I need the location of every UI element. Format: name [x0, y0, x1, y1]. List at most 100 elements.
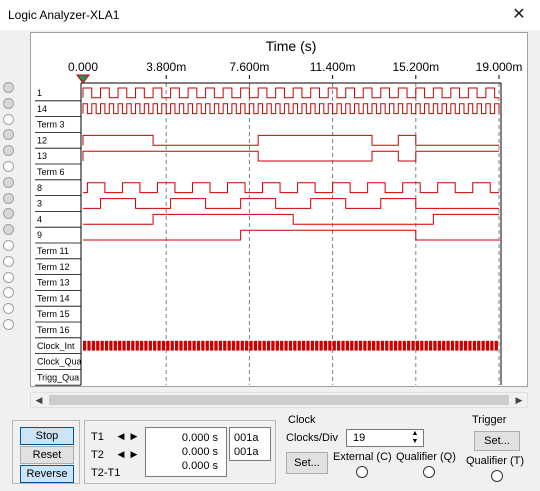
clock-pulse: [341, 340, 345, 351]
channel-label: 8: [37, 183, 42, 193]
channel-label: Term 11: [37, 246, 69, 256]
t2-left-arrow-icon[interactable]: ◀: [115, 448, 127, 460]
channel-label: Term 15: [37, 309, 70, 319]
spin-up-icon[interactable]: ▲: [409, 430, 421, 438]
clock-pulse: [411, 340, 415, 351]
window-title: Logic Analyzer-XLA1: [8, 8, 120, 22]
clock-set-button[interactable]: Set...: [286, 452, 328, 474]
channel-selector-9[interactable]: [3, 208, 14, 220]
clock-pulse: [153, 340, 157, 351]
clock-pulse: [96, 340, 100, 351]
clock-pulse: [135, 340, 139, 351]
clock-pulse: [166, 340, 170, 351]
clock-qualifier-radio[interactable]: [423, 466, 435, 478]
trigger-set-button[interactable]: Set...: [474, 431, 520, 451]
spin-down-icon[interactable]: ▼: [409, 438, 421, 446]
clock-pulse: [227, 340, 231, 351]
clock-pulse: [271, 340, 275, 351]
clocks-per-div-value: 19: [353, 432, 366, 444]
waveform-trace: [83, 229, 499, 241]
channel-label: Term 13: [37, 278, 70, 288]
clock-pulse: [358, 340, 363, 351]
scroll-right-icon[interactable]: ▶: [511, 393, 527, 407]
clocks-per-div-input[interactable]: 19 ▲ ▼: [346, 429, 424, 447]
t2-right-arrow-icon[interactable]: ▶: [128, 448, 140, 460]
clock-pulse: [280, 340, 284, 351]
channel-label: Term 6: [37, 167, 65, 177]
channel-label: Term 3: [37, 120, 65, 130]
external-radio[interactable]: [356, 466, 368, 478]
clock-pulse: [415, 340, 420, 351]
trigger-marker-icon: [76, 74, 90, 84]
clock-pulse: [161, 340, 166, 351]
clock-pulse: [183, 340, 187, 351]
clock-pulse: [354, 340, 358, 351]
clock-pulse: [428, 340, 433, 351]
time-tick-label: 15.200m: [392, 60, 439, 74]
reset-button[interactable]: Reset: [20, 446, 74, 464]
channel-selector-6[interactable]: [3, 161, 14, 172]
scroll-left-icon[interactable]: ◀: [31, 393, 47, 407]
time-tick-label: 11.400m: [310, 60, 356, 74]
clock-pulse: [380, 340, 385, 351]
clock-pulse: [459, 340, 463, 351]
clock-pulse: [332, 340, 336, 351]
t1-label: T1: [91, 431, 104, 443]
clock-pulse: [402, 340, 406, 351]
close-icon[interactable]: ✕: [504, 3, 534, 27]
time-tick-label: 3.800m: [146, 60, 186, 74]
clock-pulse: [179, 340, 183, 351]
horizontal-scrollbar[interactable]: ◀ ▶: [30, 392, 528, 408]
clock-pulse: [231, 340, 236, 351]
channel-selector-11[interactable]: [3, 240, 14, 251]
channel-label: 9: [37, 230, 42, 240]
stop-button[interactable]: Stop: [20, 427, 74, 445]
channel-label: 3: [37, 199, 42, 209]
clocks-per-div-label: Clocks/Div: [286, 432, 338, 444]
clock-pulse: [350, 340, 354, 351]
external-label: External (C): [333, 451, 392, 463]
channel-selector-14[interactable]: [3, 287, 14, 299]
clock-pulse: [376, 340, 380, 351]
channel-selector-7[interactable]: [3, 176, 14, 188]
channel-selector-2[interactable]: [3, 97, 14, 109]
channel-selector-3[interactable]: [3, 113, 14, 125]
clock-pulse: [109, 340, 113, 351]
time-axis-title: Time (s): [266, 38, 317, 54]
channel-selector-13[interactable]: [3, 271, 14, 283]
channel-selector-16[interactable]: [3, 319, 14, 330]
waveform-trace: [82, 150, 499, 162]
clock-pulse: [363, 340, 367, 351]
channel-selector-1[interactable]: [3, 82, 14, 93]
clock-pulse: [223, 340, 227, 351]
clock-pulse: [398, 340, 402, 351]
time-readout-box: 0.000 s 0.000 s 0.000 s: [145, 427, 227, 477]
clock-pulse: [245, 340, 249, 351]
clock-pulse: [275, 340, 279, 351]
clock-pulse: [372, 340, 376, 351]
channel-label: 1: [37, 88, 42, 98]
channel-label: Term 14: [37, 293, 70, 303]
reverse-button[interactable]: Reverse: [20, 465, 74, 483]
channel-selector-15[interactable]: [3, 303, 14, 315]
clock-pulse: [407, 340, 411, 351]
clock-pulse: [477, 340, 481, 351]
trigger-qualifier-radio[interactable]: [491, 470, 503, 482]
t2-t1-time: 0.000 s: [181, 460, 218, 472]
clock-pulse: [446, 340, 450, 351]
clock-pulse: [393, 340, 398, 351]
channel-selector-4[interactable]: [3, 129, 14, 141]
t2-t1-label: T2-T1: [91, 467, 121, 479]
t1-left-arrow-icon[interactable]: ◀: [115, 430, 127, 442]
channel-selector-10[interactable]: [3, 224, 14, 236]
clock-qualifier-label: Qualifier (Q): [396, 451, 456, 463]
channel-selector-12[interactable]: [3, 255, 14, 267]
clock-pulse: [293, 340, 297, 351]
t1-right-arrow-icon[interactable]: ▶: [128, 430, 140, 442]
waveform-trace: [83, 213, 499, 225]
scroll-thumb[interactable]: [49, 395, 509, 405]
channel-selector-5[interactable]: [3, 145, 14, 157]
channel-selector-8[interactable]: [3, 192, 14, 204]
clock-pulse: [104, 340, 109, 351]
clock-pulse: [323, 340, 328, 351]
